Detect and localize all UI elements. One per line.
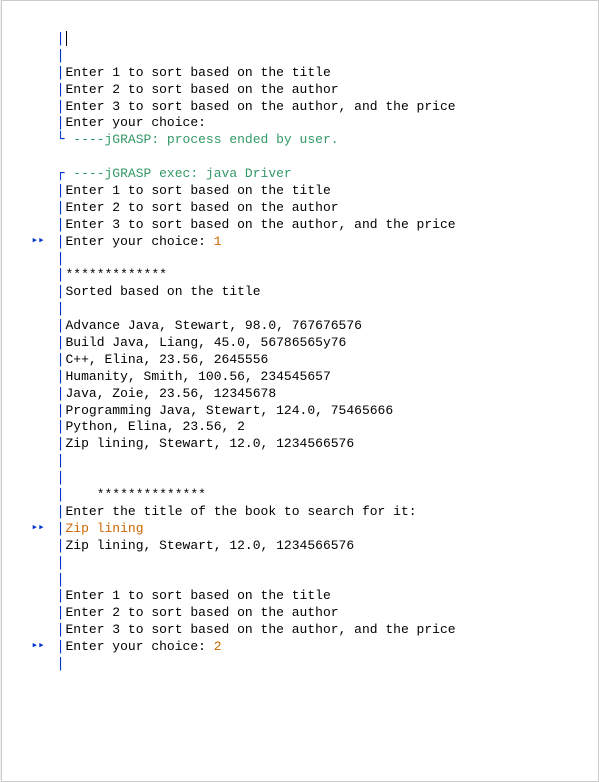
- choice-prompt: Enter your choice:: [66, 639, 214, 656]
- console-output: | | | Enter 1 to sort based on the title…: [2, 1, 598, 693]
- output-line: | Enter 2 to sort based on the author: [32, 82, 593, 99]
- output-line: | Enter 1 to sort based on the title: [32, 183, 593, 200]
- output-line: | Build Java, Liang, 45.0, 56786565y76: [32, 335, 593, 352]
- grasp-end-msg: ----jGRASP: process ended by user.: [66, 132, 339, 149]
- output-line: | Enter 3 to sort based on the author, a…: [32, 99, 593, 116]
- output-line: | C++, Elina, 23.56, 2645556: [32, 352, 593, 369]
- output-line: | Python, Elina, 23.56, 2: [32, 419, 593, 436]
- input-marker-icon: ▸▸: [32, 639, 56, 653]
- user-input: Zip lining: [66, 521, 144, 538]
- input-marker-icon: ▸▸: [32, 234, 56, 248]
- output-line: | Zip lining, Stewart, 12.0, 1234566576: [32, 538, 593, 555]
- output-line: | Advance Java, Stewart, 98.0, 767676576: [32, 318, 593, 335]
- output-line: | Sorted based on the title: [32, 284, 593, 301]
- output-line: | Enter your choice:: [32, 115, 593, 132]
- output-line: | *************: [32, 267, 593, 284]
- output-line: |: [32, 555, 593, 572]
- output-line: |: [32, 31, 593, 48]
- output-line: |: [32, 251, 593, 268]
- output-line: | Enter the title of the book to search …: [32, 504, 593, 521]
- input-marker-icon: ▸▸: [32, 521, 56, 535]
- blank-line: [32, 149, 593, 166]
- output-line: | Enter 1 to sort based on the title: [32, 65, 593, 82]
- output-line: |: [32, 470, 593, 487]
- output-line: |: [32, 301, 593, 318]
- output-line: |: [32, 48, 593, 65]
- choice-prompt: Enter your choice:: [66, 234, 214, 251]
- text-cursor[interactable]: [66, 31, 67, 46]
- output-line: | Enter 3 to sort based on the author, a…: [32, 217, 593, 234]
- output-line: | Java, Zoie, 23.56, 12345678: [32, 386, 593, 403]
- output-line: | Enter 1 to sort based on the title: [32, 588, 593, 605]
- output-line: |: [32, 572, 593, 589]
- grasp-exec-msg: ----jGRASP exec: java Driver: [66, 166, 292, 183]
- output-line: | **************: [32, 487, 593, 504]
- grasp-message-line: ┌ ----jGRASP exec: java Driver: [32, 166, 593, 183]
- input-line: ▸▸| Enter your choice: 2: [32, 639, 593, 656]
- input-line: ▸▸| Enter your choice: 1: [32, 234, 593, 251]
- output-line: | Programming Java, Stewart, 124.0, 7546…: [32, 403, 593, 420]
- output-line: | Enter 2 to sort based on the author: [32, 200, 593, 217]
- grasp-message-line: └ ----jGRASP: process ended by user.: [32, 132, 593, 149]
- output-line: | Enter 3 to sort based on the author, a…: [32, 622, 593, 639]
- output-line: | Enter 2 to sort based on the author: [32, 605, 593, 622]
- console-panel: | | | Enter 1 to sort based on the title…: [1, 0, 599, 782]
- user-input: 2: [214, 639, 222, 656]
- input-line: ▸▸| Zip lining: [32, 521, 593, 538]
- output-line: | Zip lining, Stewart, 12.0, 1234566576: [32, 436, 593, 453]
- user-input: 1: [214, 234, 222, 251]
- output-line: |: [32, 656, 593, 673]
- output-line: |: [32, 453, 593, 470]
- output-line: | Humanity, Smith, 100.56, 234545657: [32, 369, 593, 386]
